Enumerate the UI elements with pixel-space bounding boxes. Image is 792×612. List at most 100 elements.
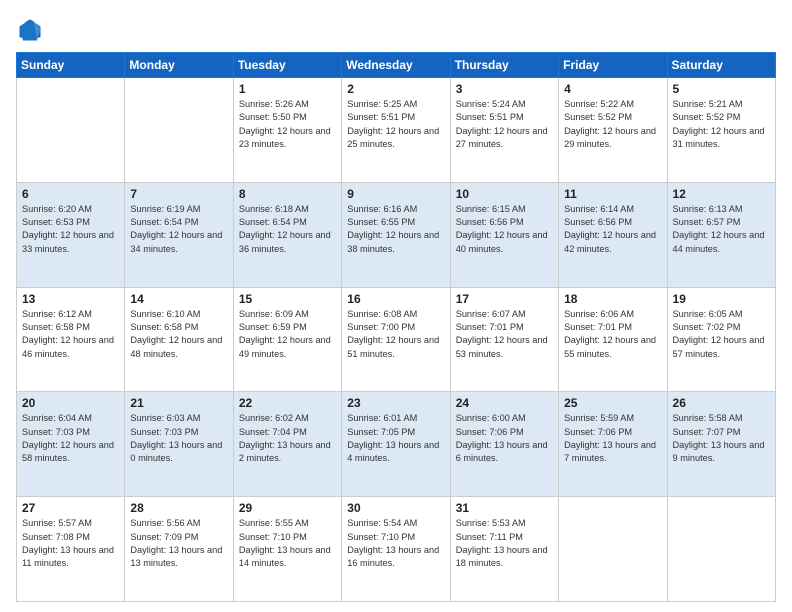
calendar-cell: 6 Sunrise: 6:20 AMSunset: 6:53 PMDaylight…: [17, 182, 125, 287]
day-of-week-header: Friday: [559, 53, 667, 78]
day-number: 17: [456, 292, 553, 306]
day-info: Sunrise: 5:58 AMSunset: 7:07 PMDaylight:…: [673, 412, 770, 465]
day-info: Sunrise: 6:14 AMSunset: 6:56 PMDaylight:…: [564, 203, 661, 256]
calendar-cell: 29Sunrise: 5:55 AMSunset: 7:10 PMDayligh…: [233, 497, 341, 602]
calendar-cell: 20 Sunrise: 6:04 AMSunset: 7:03 PMDayligh…: [17, 392, 125, 497]
day-number: 25: [564, 396, 661, 410]
calendar-cell: 1 Sunrise: 5:26 AMSunset: 5:50 PMDaylight…: [233, 78, 341, 183]
day-of-week-header: Wednesday: [342, 53, 450, 78]
day-number: 15: [239, 292, 336, 306]
calendar-cell: 4 Sunrise: 5:22 AMSunset: 5:52 PMDaylight…: [559, 78, 667, 183]
calendar-cell: 22 Sunrise: 6:02 AMSunset: 7:04 PMDayligh…: [233, 392, 341, 497]
day-number: 3: [456, 82, 553, 96]
day-info: Sunrise: 6:10 AMSunset: 6:58 PMDaylight:…: [130, 308, 227, 361]
day-info: Sunrise: 6:03 AMSunset: 7:03 PMDaylight:…: [130, 412, 227, 465]
calendar-cell: 30 Sunrise: 5:54 AMSunset: 7:10 PMDayligh…: [342, 497, 450, 602]
calendar-table: SundayMondayTuesdayWednesdayThursdayFrid…: [16, 52, 776, 602]
calendar-cell: 13Sunrise: 6:12 AMSunset: 6:58 PMDayligh…: [17, 287, 125, 392]
calendar-cell: 16Sunrise: 6:08 AMSunset: 7:00 PMDayligh…: [342, 287, 450, 392]
day-info: Sunrise: 5:26 AMSunset: 5:50 PMDaylight:…: [239, 98, 336, 151]
day-number: 8: [239, 187, 336, 201]
calendar-cell: 8 Sunrise: 6:18 AMSunset: 6:54 PMDaylight…: [233, 182, 341, 287]
calendar-cell: [125, 78, 233, 183]
calendar-cell: [559, 497, 667, 602]
day-info: Sunrise: 6:13 AMSunset: 6:57 PMDaylight:…: [673, 203, 770, 256]
calendar-cell: 14 Sunrise: 6:10 AMSunset: 6:58 PMDayligh…: [125, 287, 233, 392]
day-of-week-header: Monday: [125, 53, 233, 78]
day-number: 23: [347, 396, 444, 410]
day-number: 26: [673, 396, 770, 410]
day-info: Sunrise: 5:25 AMSunset: 5:51 PMDaylight:…: [347, 98, 444, 151]
calendar-week-row: 6 Sunrise: 6:20 AMSunset: 6:53 PMDaylight…: [17, 182, 776, 287]
calendar-cell: 28 Sunrise: 5:56 AMSunset: 7:09 PMDayligh…: [125, 497, 233, 602]
calendar-cell: 10 Sunrise: 6:15 AMSunset: 6:56 PMDayligh…: [450, 182, 558, 287]
day-of-week-header: Sunday: [17, 53, 125, 78]
calendar-week-row: 1 Sunrise: 5:26 AMSunset: 5:50 PMDaylight…: [17, 78, 776, 183]
day-number: 16: [347, 292, 444, 306]
day-number: 12: [673, 187, 770, 201]
day-number: 28: [130, 501, 227, 515]
calendar-cell: [667, 497, 775, 602]
calendar-cell: 27Sunrise: 5:57 AMSunset: 7:08 PMDayligh…: [17, 497, 125, 602]
day-info: Sunrise: 6:06 AMSunset: 7:01 PMDaylight:…: [564, 308, 661, 361]
page: SundayMondayTuesdayWednesdayThursdayFrid…: [0, 0, 792, 612]
day-info: Sunrise: 6:20 AMSunset: 6:53 PMDaylight:…: [22, 203, 119, 256]
day-info: Sunrise: 6:18 AMSunset: 6:54 PMDaylight:…: [239, 203, 336, 256]
calendar-cell: [17, 78, 125, 183]
day-info: Sunrise: 5:56 AMSunset: 7:09 PMDaylight:…: [130, 517, 227, 570]
calendar-cell: 12 Sunrise: 6:13 AMSunset: 6:57 PMDayligh…: [667, 182, 775, 287]
calendar-header-row: SundayMondayTuesdayWednesdayThursdayFrid…: [17, 53, 776, 78]
calendar-cell: 2 Sunrise: 5:25 AMSunset: 5:51 PMDaylight…: [342, 78, 450, 183]
day-number: 30: [347, 501, 444, 515]
calendar-cell: 5Sunrise: 5:21 AMSunset: 5:52 PMDaylight…: [667, 78, 775, 183]
day-number: 13: [22, 292, 119, 306]
day-info: Sunrise: 6:02 AMSunset: 7:04 PMDaylight:…: [239, 412, 336, 465]
day-of-week-header: Tuesday: [233, 53, 341, 78]
day-number: 22: [239, 396, 336, 410]
calendar-cell: 18Sunrise: 6:06 AMSunset: 7:01 PMDayligh…: [559, 287, 667, 392]
day-number: 6: [22, 187, 119, 201]
day-of-week-header: Saturday: [667, 53, 775, 78]
logo-icon: [16, 16, 44, 44]
day-number: 19: [673, 292, 770, 306]
day-number: 7: [130, 187, 227, 201]
day-number: 14: [130, 292, 227, 306]
day-number: 4: [564, 82, 661, 96]
day-number: 11: [564, 187, 661, 201]
day-info: Sunrise: 5:24 AMSunset: 5:51 PMDaylight:…: [456, 98, 553, 151]
calendar-cell: 3 Sunrise: 5:24 AMSunset: 5:51 PMDaylight…: [450, 78, 558, 183]
calendar-cell: 23 Sunrise: 6:01 AMSunset: 7:05 PMDayligh…: [342, 392, 450, 497]
calendar-cell: 19 Sunrise: 6:05 AMSunset: 7:02 PMDayligh…: [667, 287, 775, 392]
calendar-week-row: 20 Sunrise: 6:04 AMSunset: 7:03 PMDayligh…: [17, 392, 776, 497]
day-info: Sunrise: 5:22 AMSunset: 5:52 PMDaylight:…: [564, 98, 661, 151]
day-info: Sunrise: 6:15 AMSunset: 6:56 PMDaylight:…: [456, 203, 553, 256]
day-number: 24: [456, 396, 553, 410]
day-info: Sunrise: 5:21 AMSunset: 5:52 PMDaylight:…: [673, 98, 770, 151]
day-number: 29: [239, 501, 336, 515]
calendar-cell: 7Sunrise: 6:19 AMSunset: 6:54 PMDaylight…: [125, 182, 233, 287]
header: [16, 16, 776, 44]
day-info: Sunrise: 6:04 AMSunset: 7:03 PMDaylight:…: [22, 412, 119, 465]
calendar-cell: 25 Sunrise: 5:59 AMSunset: 7:06 PMDayligh…: [559, 392, 667, 497]
calendar-cell: 15Sunrise: 6:09 AMSunset: 6:59 PMDayligh…: [233, 287, 341, 392]
day-info: Sunrise: 6:05 AMSunset: 7:02 PMDaylight:…: [673, 308, 770, 361]
calendar-week-row: 13Sunrise: 6:12 AMSunset: 6:58 PMDayligh…: [17, 287, 776, 392]
day-info: Sunrise: 6:01 AMSunset: 7:05 PMDaylight:…: [347, 412, 444, 465]
day-info: Sunrise: 5:53 AMSunset: 7:11 PMDaylight:…: [456, 517, 553, 570]
day-number: 10: [456, 187, 553, 201]
calendar-week-row: 27Sunrise: 5:57 AMSunset: 7:08 PMDayligh…: [17, 497, 776, 602]
day-number: 2: [347, 82, 444, 96]
calendar-cell: 11 Sunrise: 6:14 AMSunset: 6:56 PMDayligh…: [559, 182, 667, 287]
day-number: 21: [130, 396, 227, 410]
day-info: Sunrise: 5:57 AMSunset: 7:08 PMDaylight:…: [22, 517, 119, 570]
calendar-cell: 9 Sunrise: 6:16 AMSunset: 6:55 PMDaylight…: [342, 182, 450, 287]
day-info: Sunrise: 5:54 AMSunset: 7:10 PMDaylight:…: [347, 517, 444, 570]
day-of-week-header: Thursday: [450, 53, 558, 78]
day-info: Sunrise: 5:59 AMSunset: 7:06 PMDaylight:…: [564, 412, 661, 465]
day-number: 9: [347, 187, 444, 201]
day-number: 20: [22, 396, 119, 410]
day-number: 31: [456, 501, 553, 515]
day-number: 1: [239, 82, 336, 96]
day-info: Sunrise: 6:16 AMSunset: 6:55 PMDaylight:…: [347, 203, 444, 256]
calendar-cell: 24Sunrise: 6:00 AMSunset: 7:06 PMDayligh…: [450, 392, 558, 497]
